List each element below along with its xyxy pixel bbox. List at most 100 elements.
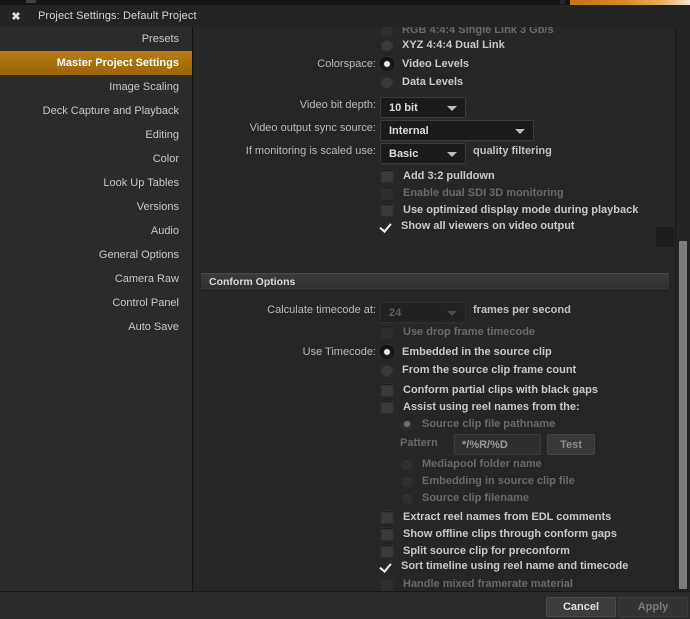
rgb-444-radio[interactable] [380,27,394,37]
use-drop-frame-row[interactable]: Use drop frame timecode [380,325,535,339]
frames-per-second-suffix: frames per second [473,304,571,316]
sidebar-item-look-up-tables[interactable]: Look Up Tables [0,171,192,195]
quality-filtering-suffix-wrap: quality filtering [473,145,552,157]
mediapool-folder-name-row[interactable]: Mediapool folder name [400,457,542,471]
sync-source-value: Internal [389,124,429,137]
pattern-label: Pattern [400,437,438,449]
apply-button[interactable]: Apply [618,597,688,617]
conform-partial-clips-row[interactable]: Conform partial clips with black gaps [380,383,598,397]
add-32-pulldown-checkbox[interactable] [380,169,394,183]
sidebar-item-audio[interactable]: Audio [0,219,192,243]
sidebar-item-deck-capture-and-playback[interactable]: Deck Capture and Playback [0,99,192,123]
sidebar-item-camera-raw[interactable]: Camera Raw [0,267,192,291]
pattern-test-button[interactable]: Test [547,434,595,455]
dialog-footer: Cancel Apply [0,591,690,619]
assist-reel-names-row[interactable]: Assist using reel names from the: [380,400,580,414]
mediapool-folder-name-radio[interactable] [400,457,414,471]
split-source-clip-row[interactable]: Split source clip for preconform [380,544,570,558]
source-clip-pathname-radio[interactable] [400,417,414,431]
tc-embedded-label: Embedded in the source clip [402,346,552,358]
background-tab-nub [26,0,36,3]
conform-partial-clips-checkbox[interactable] [380,383,394,397]
use-optimized-display-row[interactable]: Use optimized display mode during playba… [380,203,638,217]
background-tab-nub-secondary [560,0,565,4]
sort-timeline-label: Sort timeline using reel name and timeco… [401,560,629,572]
settings-scroll-content: RGB 4:4:4 Single Link 3 Gb/s XYZ 4:4:4 D… [193,27,676,591]
chevron-down-icon [447,105,457,111]
sidebar-item-auto-save[interactable]: Auto Save [0,315,192,339]
colorspace-data-levels-row[interactable]: Data Levels [380,75,463,89]
scrollbar-thumb[interactable] [679,241,687,589]
pattern-label-wrap: Pattern [400,437,438,449]
tc-frame-count-row[interactable]: From the source clip frame count [380,363,576,377]
video-bit-depth-select[interactable]: 10 bit [380,97,466,118]
tc-frame-count-label: From the source clip frame count [402,364,577,376]
source-clip-filename-row[interactable]: Source clip filename [400,491,529,505]
tc-embedded-row[interactable]: Embedded in the source clip [380,345,552,359]
source-clip-filename-radio[interactable] [400,491,414,505]
sidebar-item-color[interactable]: Color [0,147,192,171]
sidebar-item-master-project-settings[interactable]: Master Project Settings [0,51,192,75]
xyz-444-option-row[interactable]: XYZ 4:4:4 Dual Link [380,38,505,52]
source-clip-pathname-row[interactable]: Source clip file pathname [400,417,555,431]
show-all-viewers-row[interactable]: Show all viewers on video output [380,220,575,232]
add-32-pulldown-label: Add 3:2 pulldown [403,170,495,182]
calculate-timecode-select[interactable]: 24 [380,302,466,323]
sidebar-item-presets[interactable]: Presets [0,27,192,51]
pattern-value: */%R/%D [462,438,508,451]
colorspace-video-levels-row[interactable]: Video Levels [380,57,469,71]
video-output-sync-source-select[interactable]: Internal [380,120,534,141]
split-source-clip-checkbox[interactable] [380,544,394,558]
use-drop-frame-checkbox[interactable] [380,325,394,339]
show-offline-clips-row[interactable]: Show offline clips through conform gaps [380,527,617,541]
assist-reel-names-checkbox[interactable] [380,400,394,414]
split-source-clip-label: Split source clip for preconform [403,545,570,557]
calculate-timecode-label: Calculate timecode at: [267,304,376,316]
source-clip-pathname-label: Source clip file pathname [422,418,556,430]
scaled-label-wrap: If monitoring is scaled use: [193,145,376,157]
pattern-test-label: Test [560,438,582,451]
sidebar-item-control-panel[interactable]: Control Panel [0,291,192,315]
sidebar-item-versions[interactable]: Versions [0,195,192,219]
extract-reel-names-edl-row[interactable]: Extract reel names from EDL comments [380,510,611,524]
tc-embedded-radio[interactable] [380,345,394,359]
add-32-pulldown-row[interactable]: Add 3:2 pulldown [380,169,495,183]
cancel-button[interactable]: Cancel [546,597,616,617]
monitoring-quality-select[interactable]: Basic [380,143,466,164]
sidebar-item-general-options[interactable]: General Options [0,243,192,267]
main-pane-scrollbar[interactable] [656,27,690,591]
sidebar-item-editing[interactable]: Editing [0,123,192,147]
dialog-titlebar: ✖ Project Settings: Default Project [0,5,690,28]
use-tc-label-wrap: Use Timecode: [193,346,376,358]
sidebar-item-image-scaling[interactable]: Image Scaling [0,75,192,99]
enable-dual-sdi-checkbox[interactable] [380,186,394,200]
fps-suffix-wrap: frames per second [473,304,571,316]
tc-frame-count-radio[interactable] [380,363,394,377]
pattern-input[interactable]: */%R/%D [454,434,541,455]
conform-options-section-header: Conform Options [201,273,669,291]
colorspace-video-levels-radio[interactable] [380,57,394,71]
enable-dual-sdi-row[interactable]: Enable dual SDI 3D monitoring [380,186,564,200]
use-optimized-display-checkbox[interactable] [380,203,394,217]
calc-tc-label-wrap: Calculate timecode at: [193,304,376,316]
handle-mixed-framerate-checkbox[interactable] [380,577,394,591]
show-offline-clips-checkbox[interactable] [380,527,394,541]
xyz-444-radio[interactable] [380,38,394,52]
extract-reel-names-edl-checkbox[interactable] [380,510,394,524]
xyz-444-label: XYZ 4:4:4 Dual Link [402,39,505,51]
sort-timeline-checkbox[interactable] [380,560,392,572]
embedding-source-clip-radio[interactable] [400,474,414,488]
show-all-viewers-checkbox[interactable] [380,220,392,232]
colorspace-data-levels-radio[interactable] [380,75,394,89]
embedding-source-clip-row[interactable]: Embedding in source clip file [400,474,575,488]
handle-mixed-framerate-row[interactable]: Handle mixed framerate material [380,577,573,591]
monitoring-scaled-label: If monitoring is scaled use: [245,145,376,157]
chevron-down-icon [515,128,525,134]
rgb-444-option-row[interactable]: RGB 4:4:4 Single Link 3 Gb/s [380,27,554,37]
bit-depth-label-wrap: Video bit depth: [193,99,376,111]
monitoring-quality-value: Basic [389,147,419,160]
sort-timeline-row[interactable]: Sort timeline using reel name and timeco… [380,560,628,572]
close-icon[interactable]: ✖ [8,10,24,24]
conform-partial-clips-label: Conform partial clips with black gaps [403,384,598,396]
sync-source-label: Video output sync source: [249,122,376,134]
